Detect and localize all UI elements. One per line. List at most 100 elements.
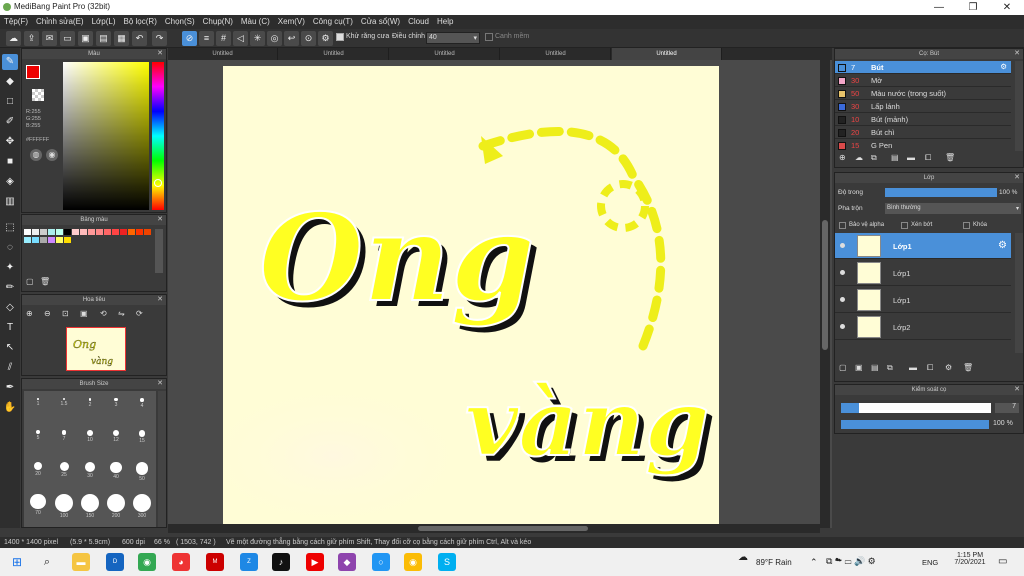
divide-icon[interactable]: ⫽ xyxy=(2,360,18,376)
palette-swatch[interactable] xyxy=(48,229,55,235)
palette-swatch[interactable] xyxy=(64,237,71,243)
size-value[interactable]: 7 xyxy=(995,403,1019,413)
brush-size-scrollbar[interactable] xyxy=(158,391,166,527)
brush-item[interactable]: 50 Màu nước (trong suốt) xyxy=(835,87,1011,100)
eye-icon[interactable] xyxy=(840,270,845,275)
eyedropper-icon[interactable]: ✒ xyxy=(2,380,18,396)
brush-size-option[interactable]: 4 xyxy=(129,395,155,419)
palette-swatch[interactable] xyxy=(40,229,47,235)
rotate-left-icon[interactable]: ⟲ xyxy=(100,309,107,318)
brush-size-option[interactable]: 25 xyxy=(51,459,77,483)
paint-icon[interactable]: ◆ xyxy=(338,553,356,571)
notification-icon[interactable]: ▭ xyxy=(998,556,1007,567)
menu-view[interactable]: Xem(V) xyxy=(274,15,309,26)
brush-copy-icon[interactable]: ⧉ xyxy=(871,153,877,163)
antialias-checkbox[interactable] xyxy=(336,33,344,41)
brush-file-icon[interactable]: ▤ xyxy=(891,153,899,162)
menu-color[interactable]: Màu (C) xyxy=(237,15,274,26)
menu-tools[interactable]: Công cụ(T) xyxy=(309,15,357,26)
language-indicator[interactable]: ENG xyxy=(922,558,938,567)
tray-icons[interactable]: ⧉ ☁ ▭ 🔊 ⚙ xyxy=(826,556,876,567)
palette-swatch[interactable] xyxy=(120,229,127,235)
saturation-value-picker[interactable] xyxy=(63,62,149,210)
brush-item[interactable]: 20 Bút chì xyxy=(835,126,1011,139)
brush-folder-icon[interactable]: ▬ xyxy=(907,153,915,162)
brush-size-option[interactable]: 1.5 xyxy=(51,395,77,419)
brush-size-option[interactable]: 10 xyxy=(77,427,103,451)
save-icon[interactable]: ▣ xyxy=(78,31,93,46)
clock[interactable]: 1:15 PM 7/20/2021 xyxy=(950,552,990,566)
close-button[interactable]: ✕ xyxy=(990,0,1024,15)
select-eraser-icon[interactable]: ◇ xyxy=(2,300,18,316)
actual-size-icon[interactable]: ▣ xyxy=(80,309,88,318)
brush-size-option[interactable]: 100 xyxy=(51,491,77,519)
brush-size-option[interactable]: 12 xyxy=(103,427,129,451)
tray-chevron-icon[interactable]: ⌃ xyxy=(810,557,818,568)
palette-picker-icon[interactable]: ◉ xyxy=(46,149,58,161)
brush-size-option[interactable]: 1 xyxy=(25,395,51,419)
undo-icon[interactable]: ↶ xyxy=(132,31,147,46)
opacity-control-slider[interactable] xyxy=(841,420,989,429)
menu-layer[interactable]: Lớp(L) xyxy=(88,15,120,26)
palette-swatch[interactable] xyxy=(32,237,39,243)
maximize-button[interactable]: ❐ xyxy=(956,0,990,15)
fill-rect-icon[interactable]: ■ xyxy=(2,154,18,170)
brush-size-option[interactable]: 40 xyxy=(103,459,129,483)
layer-item[interactable]: Lớp1 xyxy=(835,260,1011,286)
blend-select[interactable]: Bình thường ▾ xyxy=(885,203,1021,214)
upload-icon[interactable]: ⇪ xyxy=(24,31,39,46)
redo-icon[interactable]: ↷ xyxy=(152,31,167,46)
gradient-icon[interactable]: ▥ xyxy=(2,194,18,210)
brush-size-option[interactable]: 5 xyxy=(25,427,51,451)
snap-off-icon[interactable]: ⊘ xyxy=(182,31,197,46)
youtube-icon[interactable]: ▶ xyxy=(306,553,324,571)
operation-icon[interactable]: ↖ xyxy=(2,340,18,356)
horizontal-scrollbar[interactable] xyxy=(168,524,820,533)
trash-icon[interactable]: 🗑 xyxy=(945,153,955,162)
bucket-icon[interactable]: ◈ xyxy=(2,174,18,190)
brush-duplicate-icon[interactable]: ⧠ xyxy=(925,153,931,163)
tab-document[interactable]: Untitled xyxy=(279,48,389,60)
palette-swatch[interactable] xyxy=(32,229,39,235)
weather-text[interactable]: 89°F Rain xyxy=(756,558,792,567)
brush-size-option[interactable]: 50 xyxy=(129,459,155,483)
palette-wheel-icon[interactable]: ◍ xyxy=(30,149,42,161)
brush-size-option[interactable]: 150 xyxy=(77,491,103,519)
tab-document[interactable]: Untitled xyxy=(501,48,611,60)
cortana-icon[interactable]: ○ xyxy=(372,553,390,571)
lasso-icon[interactable]: ◌ xyxy=(2,240,18,256)
eye-icon[interactable] xyxy=(840,243,845,248)
close-icon[interactable]: ✕ xyxy=(1014,49,1020,59)
snap-parallel-icon[interactable]: ≡ xyxy=(199,31,214,46)
app-icon[interactable]: M xyxy=(206,553,224,571)
palette-swatch[interactable] xyxy=(136,229,143,235)
select-icon[interactable]: ⬚ xyxy=(2,220,18,236)
fit-icon[interactable]: ⊡ xyxy=(62,309,69,318)
foreground-color-swatch[interactable] xyxy=(26,65,40,79)
chrome-icon[interactable]: ◉ xyxy=(138,553,156,571)
brush-size-option[interactable]: 300 xyxy=(129,491,155,519)
layer-copy-icon[interactable]: ⧉ xyxy=(887,363,893,373)
tiktok-icon[interactable]: ♪ xyxy=(272,553,290,571)
brush-size-option[interactable]: 15 xyxy=(129,427,155,451)
brush-scrollbar[interactable] xyxy=(1015,61,1023,151)
palette-add-icon[interactable]: ▢ xyxy=(26,277,34,286)
file-explorer-icon[interactable]: ▬ xyxy=(72,553,90,571)
brush-size-option[interactable]: 2 xyxy=(77,395,103,419)
brush-item[interactable]: 7 Bút ⚙ xyxy=(835,61,1011,74)
text-icon[interactable]: T xyxy=(2,320,18,336)
layer-item[interactable]: Lớp1 xyxy=(835,287,1011,313)
tab-document-active[interactable]: Untitled xyxy=(612,48,722,60)
snap-radial-icon[interactable]: ✳ xyxy=(250,31,265,46)
close-icon[interactable]: ✕ xyxy=(157,49,163,59)
chrome-icon[interactable]: ◉ xyxy=(404,553,422,571)
layer-settings-icon[interactable]: ⚙ xyxy=(945,363,952,372)
palette-swatch[interactable] xyxy=(24,229,31,235)
search-icon[interactable]: ⌕ xyxy=(38,553,56,571)
panel-icon[interactable]: ▤ xyxy=(96,31,111,46)
palette-swatch[interactable] xyxy=(128,229,135,235)
snap-circle-icon[interactable]: ◎ xyxy=(267,31,282,46)
brush-add-icon[interactable]: ⊕ xyxy=(839,153,846,162)
gear-icon[interactable]: ⚙ xyxy=(998,240,1007,251)
close-icon[interactable]: ✕ xyxy=(157,379,163,389)
